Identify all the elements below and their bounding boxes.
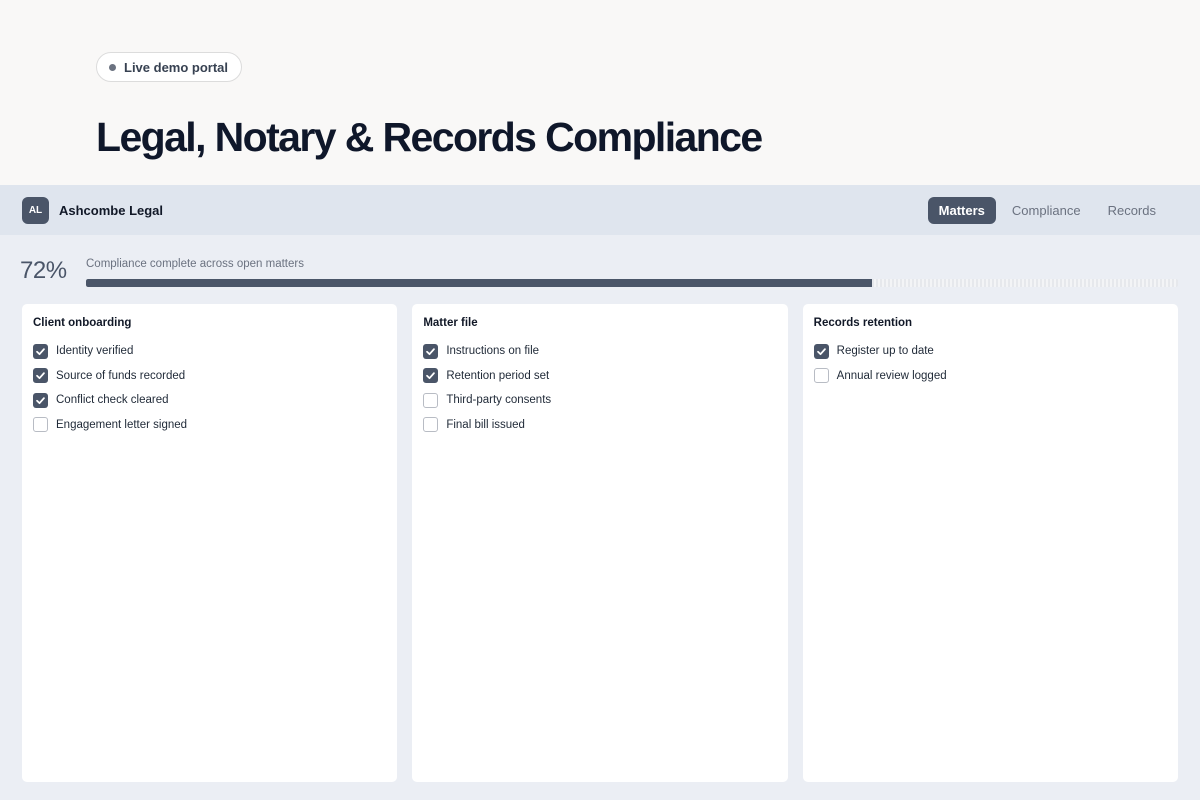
- brand-avatar[interactable]: AL: [22, 196, 49, 224]
- checkbox-unchecked-icon[interactable]: [813, 368, 829, 384]
- card-title: Client onboarding: [33, 317, 132, 329]
- checklist-item[interactable]: Final bill issued: [423, 413, 776, 438]
- page-title: Legal, Notary & Records Compliance: [96, 114, 763, 160]
- checklist-item-label: Engagement letter signed: [56, 418, 188, 431]
- checklist-item[interactable]: Identity verified: [33, 339, 386, 364]
- checkbox-checked-icon[interactable]: [813, 343, 829, 359]
- checkbox-unchecked-icon[interactable]: [423, 417, 439, 433]
- checklist-item-label: Instructions on file: [446, 345, 540, 358]
- checklist-item-label: Third-party consents: [446, 394, 552, 407]
- checkbox-checked-icon[interactable]: [33, 392, 48, 408]
- checkbox-unchecked-icon[interactable]: [423, 392, 439, 408]
- checklist-item[interactable]: Instructions on file: [423, 339, 776, 364]
- checklist-cards: Client onboarding Identity verified Sourc…: [22, 304, 1178, 782]
- checklist-item[interactable]: Register up to date: [813, 339, 1167, 364]
- card-records-retention: Records retention Register up to date Ann…: [802, 304, 1178, 782]
- hero-section: Live demo portal Legal, Notary & Records…: [0, 0, 1200, 185]
- checkbox-checked-icon[interactable]: [423, 343, 439, 359]
- card-title: Matter file: [423, 317, 478, 329]
- top-bar: AL Ashcombe Legal Matters Compliance Rec…: [0, 185, 1200, 235]
- card-client-onboarding: Client onboarding Identity verified Sourc…: [22, 304, 398, 782]
- checklist-item-label: Retention period set: [446, 369, 550, 382]
- tab-matters[interactable]: Matters: [927, 196, 996, 224]
- progress-percent: 72%: [20, 257, 67, 284]
- checklist-item-label: Annual review logged: [836, 369, 947, 382]
- checkbox-checked-icon[interactable]: [423, 368, 439, 384]
- checklist-item[interactable]: Conflict check cleared: [33, 388, 386, 413]
- checkbox-unchecked-icon[interactable]: [33, 417, 48, 433]
- card-title: Records retention: [813, 317, 913, 329]
- tab-records[interactable]: Records: [1097, 197, 1167, 224]
- progress-label: Compliance complete across open matters: [86, 258, 304, 270]
- checklist-item[interactable]: Third-party consents: [423, 388, 776, 413]
- checklist-item-label: Register up to date: [836, 345, 934, 358]
- live-demo-badge-label: Live demo portal: [124, 59, 229, 75]
- tab-compliance[interactable]: Compliance: [1001, 197, 1092, 224]
- progress-fill: [86, 279, 873, 287]
- checkbox-checked-icon[interactable]: [33, 343, 48, 359]
- app-window: AL Ashcombe Legal Matters Compliance Rec…: [0, 185, 1200, 800]
- checklist: Register up to date Annual review logged: [813, 339, 1167, 389]
- checkbox-checked-icon[interactable]: [33, 368, 48, 384]
- checklist-item-label: Final bill issued: [446, 418, 525, 431]
- checklist-item[interactable]: Retention period set: [423, 364, 776, 389]
- checklist-item[interactable]: Engagement letter signed: [33, 413, 386, 438]
- checklist-item-label: Identity verified: [56, 345, 134, 358]
- live-demo-badge: Live demo portal: [96, 52, 243, 82]
- checklist-item-label: Source of funds recorded: [56, 369, 186, 382]
- card-matter-file: Matter file Instructions on file Retentio…: [412, 304, 788, 782]
- checklist-item-label: Conflict check cleared: [56, 394, 169, 407]
- checklist-item[interactable]: Annual review logged: [813, 364, 1167, 389]
- checklist-item[interactable]: Source of funds recorded: [33, 364, 386, 389]
- progress-track: [86, 279, 1178, 287]
- checklist: Identity verified Source of funds recorde…: [33, 339, 386, 437]
- main-nav: Matters Compliance Records: [923, 196, 1167, 224]
- checklist: Instructions on file Retention period set…: [423, 339, 776, 437]
- compliance-progress: 72% Compliance complete across open matt…: [20, 257, 1180, 291]
- status-dot-icon: [109, 63, 116, 71]
- brand-name[interactable]: Ashcombe Legal: [59, 203, 163, 218]
